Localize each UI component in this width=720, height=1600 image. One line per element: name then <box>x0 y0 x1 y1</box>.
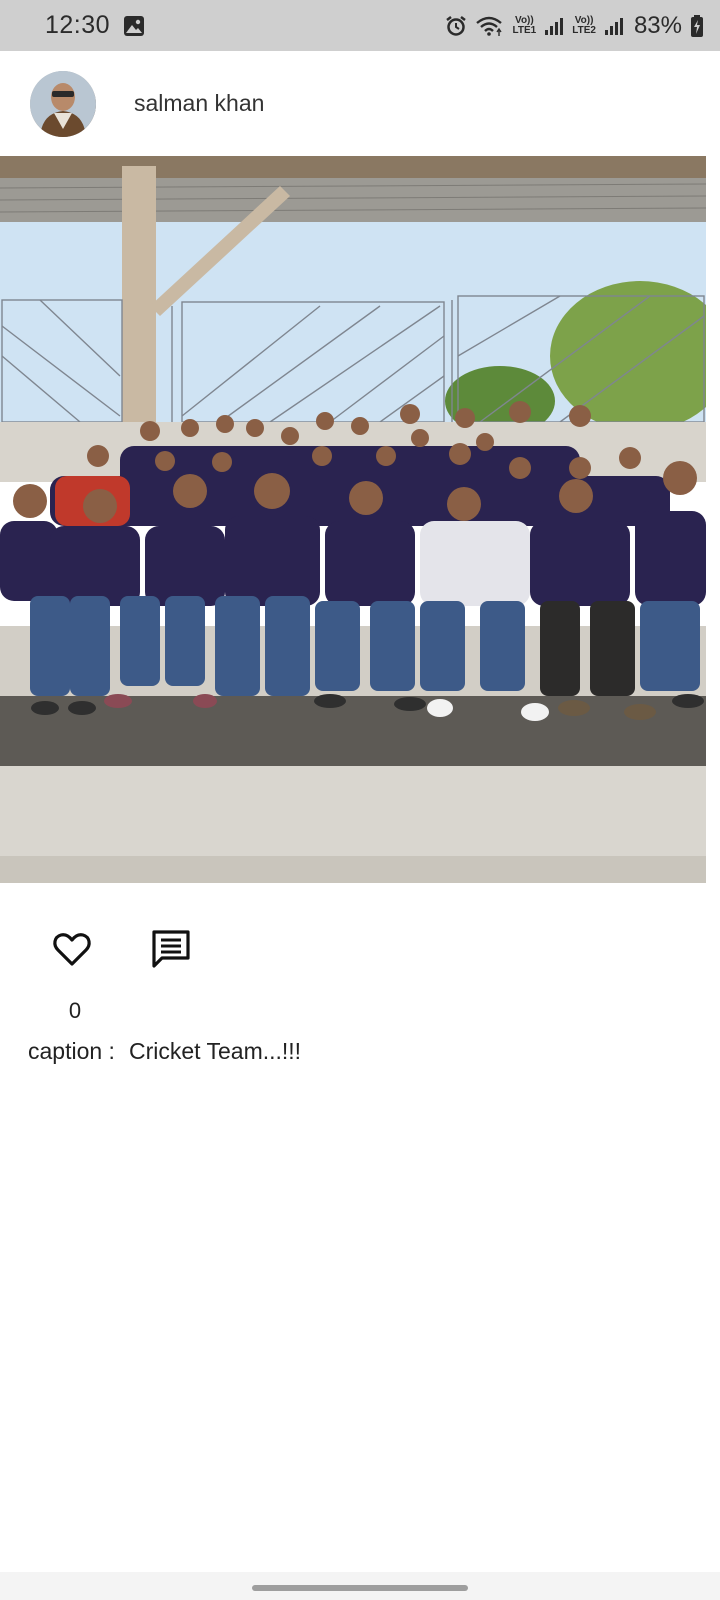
home-indicator[interactable] <box>252 1585 468 1591</box>
status-time: 12:30 <box>45 11 111 39</box>
sim2-label: Vo)) LTE2 <box>572 14 596 36</box>
status-icons: Vo)) LTE1 Vo)) LTE2 83% <box>445 12 704 40</box>
comment-icon <box>151 929 191 974</box>
signal-icon <box>604 16 624 36</box>
username[interactable]: salman khan <box>134 90 264 117</box>
caption: caption : Cricket Team...!!! <box>28 1038 301 1065</box>
caption-label: caption : <box>28 1038 115 1064</box>
sim1-label: Vo)) LTE1 <box>512 14 537 36</box>
sim1-label-bottom: LTE1 <box>512 24 537 36</box>
post-header: salman khan <box>0 51 720 156</box>
gallery-icon <box>123 15 145 37</box>
caption-text: Cricket Team...!!! <box>128 1038 302 1064</box>
battery-percent: 83% <box>633 11 682 39</box>
status-bar: 12:30 Vo)) LTE1 Vo)) LTE2 83% <box>0 0 720 51</box>
sim2-label-bottom: LTE2 <box>572 24 596 36</box>
post-photo[interactable] <box>0 156 706 883</box>
like-count: 0 <box>68 998 82 1023</box>
wifi-icon <box>475 15 505 37</box>
alarm-icon <box>445 15 467 37</box>
comment-button[interactable] <box>149 929 193 974</box>
like-button[interactable] <box>50 930 94 972</box>
signal-icon <box>544 16 564 36</box>
sim2-label-top: Vo)) <box>574 14 594 26</box>
battery-charging-icon <box>690 14 704 38</box>
system-nav-bar <box>0 1572 720 1600</box>
avatar[interactable] <box>30 70 96 137</box>
sim1-label-top: Vo)) <box>515 14 534 26</box>
heart-outline-icon <box>52 931 92 972</box>
